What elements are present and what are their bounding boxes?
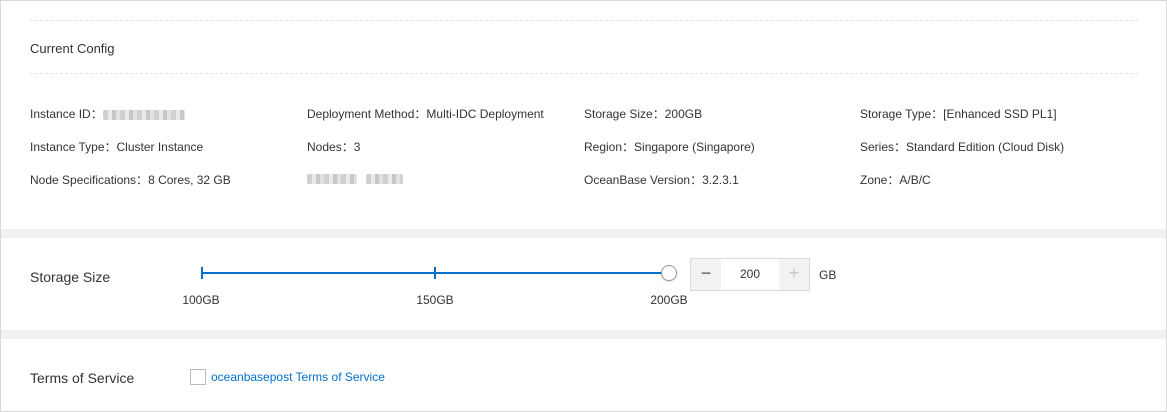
redacted-field [307,171,404,185]
increment-button[interactable]: + [779,259,809,290]
section-separator [1,330,1166,339]
storage-size-label: Storage Size [30,269,111,285]
field-value: Cluster Instance [116,140,204,154]
field-value: 200GB [664,107,703,121]
storage-stepper: − 200 + [690,258,810,291]
field-value: 3.2.3.1 [702,173,739,187]
slider-mark-150gb: 150GB [416,293,454,307]
field-value: Singapore (Singapore) [634,140,755,154]
node-specifications-field: Node Specifications：8 Cores, 32 GB [30,171,231,188]
series-field: Series：Standard Edition (Cloud Disk) [860,138,1064,155]
section-separator [1,229,1166,238]
storage-size-section: Storage Size 100GB 150GB 200GB − 200 + G… [1,238,1166,330]
field-label: Region： [584,140,635,154]
field-label: Storage Size： [584,107,665,121]
deployment-method-field: Deployment Method：Multi-IDC Deployment [307,105,544,122]
storage-value-input[interactable]: 200 [721,259,779,290]
decrement-button[interactable]: − [691,259,721,290]
field-value: Standard Edition (Cloud Disk) [906,140,1065,154]
instance-type-field: Instance Type：Cluster Instance [30,138,203,155]
storage-unit: GB [819,268,837,282]
field-value: 3 [353,140,361,154]
field-label: Instance ID： [30,107,103,121]
storage-slider-handle[interactable] [661,265,677,281]
redacted-value [102,109,185,120]
field-label: Series： [860,140,907,154]
field-label: OceanBase Version： [584,173,703,187]
field-value: A/B/C [899,173,931,187]
slider-tick-mid [434,267,436,279]
terms-label: Terms of Service [30,370,135,386]
field-label: Storage Type： [860,107,944,121]
zone-field: Zone：A/B/C [860,171,931,188]
field-label: Instance Type： [30,140,117,154]
storage-size-field: Storage Size：200GB [584,105,702,122]
terms-link[interactable]: oceanbasepost Terms of Service [211,370,385,384]
terms-checkbox[interactable] [190,369,206,385]
field-value: [Enhanced SSD PL1] [943,107,1057,121]
section-title: Current Config [30,41,115,56]
slider-tick-min [201,267,203,279]
field-value: 8 Cores, 32 GB [148,173,231,187]
field-label: Nodes： [307,140,354,154]
field-label: Zone： [860,173,900,187]
field-label: Node Specifications： [30,173,149,187]
field-value: Multi-IDC Deployment [426,107,544,121]
slider-mark-200gb: 200GB [650,293,688,307]
storage-type-field: Storage Type：[Enhanced SSD PL1] [860,105,1057,122]
nodes-field: Nodes：3 [307,138,360,155]
current-config-section: Current Config Instance ID： Deployment M… [1,1,1166,229]
region-field: Region：Singapore (Singapore) [584,138,755,155]
oceanbase-version-field: OceanBase Version：3.2.3.1 [584,171,739,188]
slider-mark-100gb: 100GB [182,293,220,307]
divider-top [30,20,1138,21]
terms-section: Terms of Service oceanbasepost Terms of … [1,339,1166,411]
instance-id-field: Instance ID： [30,105,185,122]
field-label: Deployment Method： [307,107,427,121]
divider-title [30,73,1138,74]
redacted-value [366,173,404,184]
redacted-value [307,173,357,184]
